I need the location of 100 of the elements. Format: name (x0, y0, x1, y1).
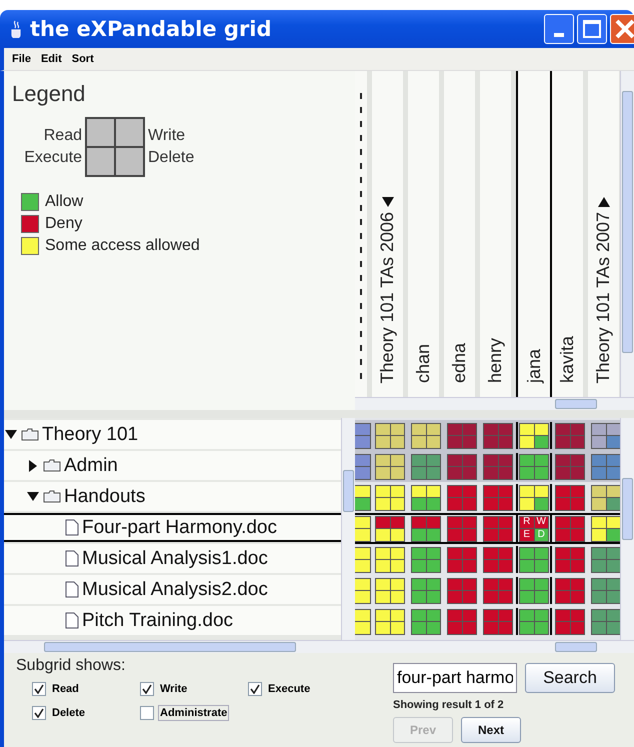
menu-item[interactable]: File (12, 53, 31, 65)
permission-cell[interactable] (447, 516, 477, 542)
permission-cell[interactable] (375, 546, 405, 572)
permission-cell[interactable] (591, 546, 620, 572)
permission-cell[interactable] (411, 546, 441, 572)
permission-cell[interactable] (411, 608, 441, 634)
column-header[interactable]: jana (516, 71, 552, 397)
permission-cell[interactable] (519, 454, 549, 480)
collapsed-triangle-icon[interactable] (598, 196, 610, 208)
permission-cell[interactable] (447, 608, 477, 634)
checkbox-label[interactable]: Read (50, 681, 81, 697)
permission-cell[interactable] (555, 578, 585, 604)
scrollbar[interactable] (620, 418, 634, 640)
next-button[interactable]: Next (461, 717, 521, 743)
expanded-triangle-icon[interactable] (5, 430, 17, 439)
column-label: edna (449, 342, 470, 383)
permission-cell[interactable] (447, 484, 477, 510)
permission-cell[interactable] (447, 422, 477, 448)
permission-cell[interactable] (355, 516, 371, 542)
permission-cell[interactable] (447, 454, 477, 480)
checkbox-label[interactable]: Execute (266, 681, 312, 697)
checkbox[interactable] (140, 706, 154, 720)
permission-cell[interactable] (483, 484, 513, 510)
permission-cell[interactable] (519, 484, 549, 510)
permission-cell[interactable] (519, 546, 549, 572)
checkbox-label[interactable]: Administrate (158, 705, 230, 721)
permission-cell[interactable] (555, 422, 585, 448)
permission-cell[interactable] (519, 422, 549, 448)
menu-item[interactable]: Edit (40, 53, 62, 65)
tree-row[interactable]: Theory 101 (4, 420, 341, 449)
permission-cell[interactable] (355, 578, 371, 604)
checkbox[interactable] (248, 682, 262, 696)
permission-cell[interactable] (591, 516, 620, 542)
tree-row[interactable]: Handouts (4, 482, 341, 511)
permission-cell[interactable] (591, 484, 620, 510)
permission-cell[interactable] (483, 454, 513, 480)
permission-cell[interactable] (447, 578, 477, 604)
scrollbar[interactable] (355, 397, 634, 410)
scrollbar[interactable] (341, 418, 355, 640)
permission-cell[interactable]: R W E D (519, 516, 549, 542)
permission-cell[interactable] (355, 454, 371, 480)
permission-cell[interactable] (447, 546, 477, 572)
expanded-triangle-icon[interactable] (27, 492, 39, 501)
permission-cell[interactable] (591, 422, 620, 448)
permission-cell[interactable] (483, 516, 513, 542)
permission-cell[interactable] (355, 546, 371, 572)
close-icon (615, 19, 634, 39)
permission-cell[interactable] (355, 608, 371, 634)
permission-cell[interactable] (555, 454, 585, 480)
permission-cell[interactable] (411, 578, 441, 604)
permission-cell[interactable] (355, 422, 371, 448)
permission-cell[interactable] (555, 608, 585, 634)
permission-cell[interactable] (375, 578, 405, 604)
legend-label: Deny (45, 215, 82, 233)
search-button[interactable]: Search (525, 663, 615, 693)
permission-cell[interactable] (411, 422, 441, 448)
quadrant-label: W (536, 517, 546, 528)
tree-row[interactable]: Musical Analysis2.doc (4, 575, 341, 604)
scrollbar[interactable] (355, 640, 634, 653)
permission-cell[interactable] (483, 422, 513, 448)
scrollbar[interactable] (620, 71, 634, 397)
scrollbar[interactable] (4, 640, 355, 653)
permission-cell[interactable] (591, 454, 620, 480)
permission-cell[interactable] (555, 484, 585, 510)
permission-cell[interactable] (483, 608, 513, 634)
tree-row[interactable]: Admin (4, 451, 341, 480)
tree-row[interactable]: Pitch Training.doc (4, 606, 341, 635)
permission-cell[interactable] (375, 608, 405, 634)
tree-row[interactable]: Four-part Harmony.doc (4, 513, 341, 542)
permission-cell[interactable] (555, 546, 585, 572)
permission-cell[interactable] (375, 454, 405, 480)
permission-cell[interactable] (375, 422, 405, 448)
search-field[interactable]: four-part harmo (393, 663, 517, 693)
tree-row[interactable]: Musical Analysis1.doc (4, 544, 341, 573)
permission-cell[interactable] (555, 516, 585, 542)
permission-cell[interactable] (483, 578, 513, 604)
close-button[interactable] (610, 14, 634, 44)
checkbox[interactable] (140, 682, 154, 696)
permission-cell[interactable] (483, 546, 513, 572)
permission-cell[interactable] (591, 608, 620, 634)
checkbox-label[interactable]: Delete (50, 705, 88, 721)
permission-cell[interactable] (411, 454, 441, 480)
document-icon (65, 550, 79, 567)
permission-cell[interactable] (591, 578, 620, 604)
minimize-button[interactable] (544, 14, 574, 44)
permission-cell[interactable] (355, 484, 371, 510)
permission-cell[interactable] (375, 484, 405, 510)
permission-cell[interactable] (519, 608, 549, 634)
permission-cell[interactable] (411, 516, 441, 542)
result-status: Showing result 1 of 2 (393, 699, 505, 711)
permission-cell[interactable] (519, 578, 549, 604)
menu-item[interactable]: Sort (72, 53, 94, 65)
maximize-button[interactable] (577, 14, 607, 44)
expanded-triangle-icon[interactable] (382, 196, 394, 208)
checkbox-label[interactable]: Write (158, 681, 190, 697)
collapsed-triangle-icon[interactable] (29, 460, 37, 472)
checkbox[interactable] (32, 682, 46, 696)
permission-cell[interactable] (411, 484, 441, 510)
permission-cell[interactable] (375, 516, 405, 542)
checkbox[interactable] (32, 706, 46, 720)
